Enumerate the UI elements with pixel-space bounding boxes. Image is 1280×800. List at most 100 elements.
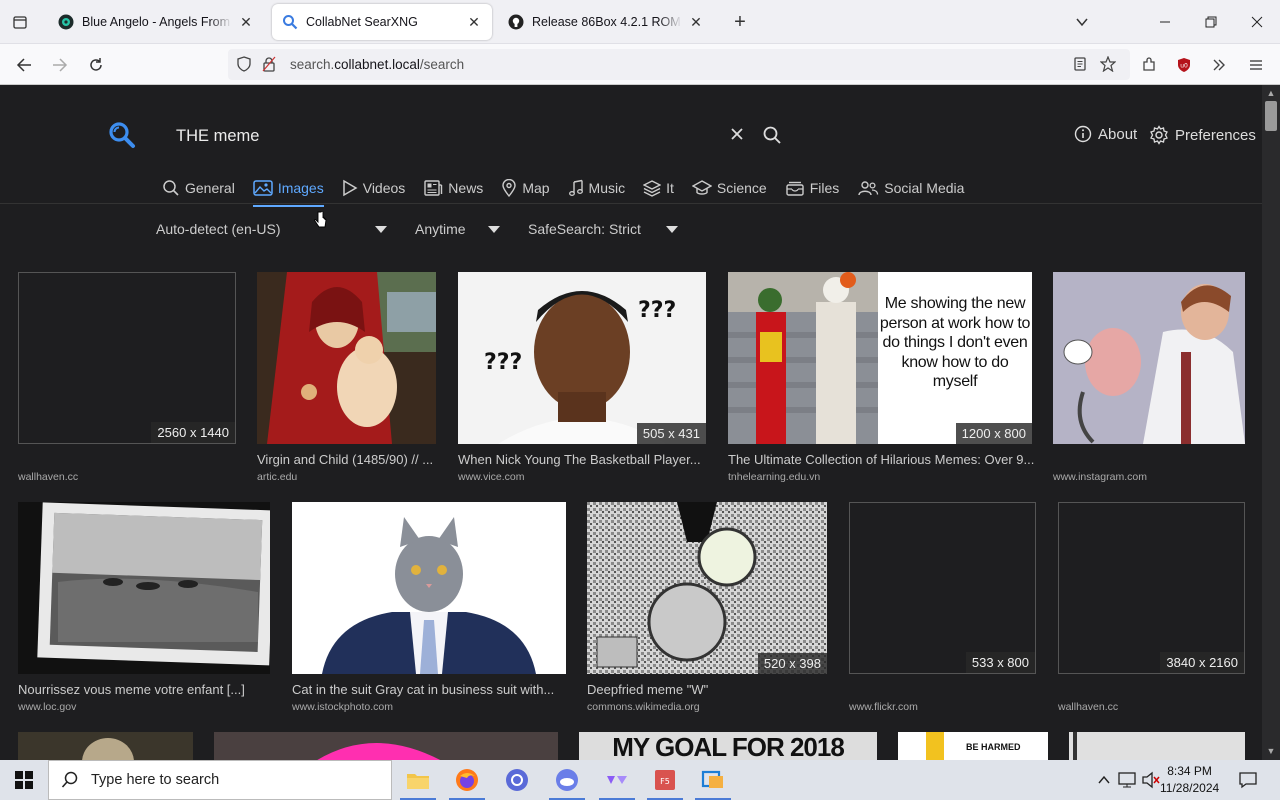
search-submit-icon[interactable] bbox=[762, 125, 782, 150]
svg-text:u0: u0 bbox=[1180, 63, 1188, 70]
github-icon bbox=[508, 14, 524, 30]
scroll-down-arrow-icon[interactable]: ▼ bbox=[1266, 746, 1276, 756]
result-thumbnail[interactable]: 533 x 800 bbox=[849, 502, 1036, 674]
app-cloud-icon[interactable] bbox=[553, 766, 581, 794]
tab-science[interactable]: Science bbox=[691, 177, 767, 199]
search-input[interactable]: THE meme bbox=[176, 127, 259, 146]
meme-text: ??? bbox=[638, 298, 676, 323]
tab-86box-release[interactable]: Release 86Box 4.2.1 ROM set · 86Box/roms… bbox=[498, 4, 714, 40]
taskbar-clock[interactable]: 8:34 PM 11/28/2024 bbox=[1160, 763, 1219, 797]
close-tab-icon[interactable]: ✕ bbox=[238, 14, 254, 30]
result-title[interactable]: Virgin and Child (1485/90) // ... bbox=[257, 452, 436, 467]
svg-text:F5: F5 bbox=[660, 777, 670, 786]
close-tab-icon[interactable]: ✕ bbox=[688, 14, 704, 30]
result-thumbnail[interactable]: 2560 x 1440 bbox=[18, 272, 236, 444]
result-thumbnail[interactable]: 3840 x 2160 bbox=[1058, 502, 1245, 674]
app-chevrons-icon[interactable] bbox=[603, 766, 631, 794]
newspaper-icon bbox=[424, 180, 443, 196]
ublock-origin-icon[interactable]: u0 bbox=[1169, 50, 1199, 80]
result-thumbnail[interactable]: BE HARMED bbox=[898, 732, 1048, 760]
result-title[interactable]: The Ultimate Collection of Hilarious Mem… bbox=[728, 452, 1034, 467]
page-scrollbar[interactable]: ▲ ▼ bbox=[1262, 85, 1280, 760]
tracking-shield-icon[interactable] bbox=[236, 56, 252, 77]
result-title[interactable]: Nourrissez vous meme votre enfant [...] bbox=[18, 682, 270, 697]
mouse-cursor-icon bbox=[314, 211, 327, 228]
result-title[interactable]: Deepfried meme "W" bbox=[587, 682, 827, 697]
bookmark-star-icon[interactable] bbox=[1099, 55, 1117, 77]
app-blue-windows-icon[interactable] bbox=[699, 766, 727, 794]
restore-icon[interactable] bbox=[1188, 0, 1234, 44]
result-thumbnail[interactable]: Me showing the new person at work how to… bbox=[728, 272, 1032, 444]
windows-start-icon[interactable] bbox=[10, 766, 38, 794]
tab-map[interactable]: Map bbox=[501, 177, 550, 199]
url-text: search.collabnet.local/search bbox=[290, 57, 465, 72]
result-source: tnhelearning.edu.vn bbox=[728, 471, 821, 483]
play-icon bbox=[342, 179, 358, 197]
result-thumbnail[interactable]: 520 x 398 bbox=[587, 502, 827, 674]
meme-text: MY GOAL FOR 2018 bbox=[612, 732, 845, 760]
preferences-link[interactable]: Preferences bbox=[1149, 125, 1256, 145]
tab-blue-angelo[interactable]: Blue Angelo - Angels From The Secret ✕ bbox=[48, 4, 264, 40]
tab-files[interactable]: Files bbox=[785, 177, 839, 199]
time-dropdown-caret-icon[interactable] bbox=[488, 226, 500, 233]
app-purple-icon[interactable] bbox=[503, 766, 531, 794]
illustrated-doctor-image bbox=[1053, 272, 1245, 444]
tab-music[interactable]: Music bbox=[568, 177, 625, 199]
result-title[interactable]: When Nick Young The Basketball Player... bbox=[458, 452, 706, 467]
tab-images[interactable]: Images bbox=[252, 177, 324, 207]
more-tools-chevrons-icon[interactable] bbox=[1204, 50, 1234, 80]
close-window-icon[interactable] bbox=[1234, 0, 1280, 44]
new-tab-icon[interactable]: + bbox=[726, 6, 754, 38]
taskbar-search-box[interactable]: Type here to search bbox=[48, 760, 392, 800]
pink-hat-image bbox=[214, 732, 558, 760]
tab-it[interactable]: It bbox=[643, 177, 674, 199]
result-thumbnail[interactable] bbox=[1053, 272, 1245, 444]
back-arrow-icon[interactable] bbox=[9, 50, 39, 80]
time-range-select[interactable]: Anytime bbox=[415, 221, 466, 237]
result-thumbnail[interactable] bbox=[18, 502, 270, 674]
tab-overview-icon[interactable] bbox=[6, 6, 34, 38]
firefox-icon[interactable] bbox=[453, 766, 481, 794]
about-link[interactable]: About bbox=[1074, 125, 1137, 143]
safesearch-select[interactable]: SafeSearch: Strict bbox=[528, 221, 641, 237]
result-thumbnail[interactable] bbox=[1069, 732, 1245, 760]
language-dropdown-caret-icon[interactable] bbox=[375, 226, 387, 233]
reader-view-icon[interactable] bbox=[1072, 56, 1088, 77]
safesearch-dropdown-caret-icon[interactable] bbox=[666, 226, 678, 233]
lock-icon[interactable] bbox=[262, 56, 276, 77]
tab-news[interactable]: News bbox=[423, 177, 483, 199]
scroll-up-arrow-icon[interactable]: ▲ bbox=[1266, 88, 1276, 98]
tab-collabnet-searxng[interactable]: CollabNet SearXNG ✕ bbox=[272, 4, 492, 40]
gray-photo-image bbox=[1069, 732, 1245, 760]
minimize-icon[interactable] bbox=[1142, 0, 1188, 44]
searxng-logo-magnifier-icon[interactable] bbox=[108, 121, 136, 154]
file-explorer-icon[interactable] bbox=[404, 766, 432, 794]
notifications-icon[interactable] bbox=[1234, 766, 1262, 794]
url-bar[interactable]: search.collabnet.local/search bbox=[228, 49, 1130, 80]
tab-title: Blue Angelo - Angels From The Secret bbox=[82, 15, 232, 29]
image-dimensions: 533 x 800 bbox=[965, 652, 1035, 673]
app-red-icon[interactable]: F5 bbox=[651, 766, 679, 794]
clear-search-icon[interactable] bbox=[728, 125, 746, 148]
result-thumbnail[interactable] bbox=[257, 272, 436, 444]
list-tabs-chevron-down-icon[interactable] bbox=[1068, 6, 1096, 38]
language-select[interactable]: Auto-detect (en-US) bbox=[156, 221, 281, 237]
result-thumbnail[interactable] bbox=[292, 502, 566, 674]
close-tab-icon[interactable]: ✕ bbox=[466, 14, 482, 30]
joker-pennywise-image bbox=[728, 272, 878, 444]
forward-arrow-icon[interactable] bbox=[45, 50, 75, 80]
result-thumbnail[interactable]: ??? ??? 505 x 431 bbox=[458, 272, 706, 444]
result-title[interactable]: Cat in the suit Gray cat in business sui… bbox=[292, 682, 566, 697]
tab-videos[interactable]: Videos bbox=[342, 177, 405, 199]
result-source: www.instagram.com bbox=[1053, 471, 1147, 483]
tab-general[interactable]: General bbox=[162, 177, 235, 199]
reload-icon[interactable] bbox=[81, 50, 111, 80]
result-thumbnail[interactable] bbox=[214, 732, 558, 760]
result-thumbnail[interactable] bbox=[18, 732, 193, 760]
old-photograph-image bbox=[18, 502, 270, 674]
extensions-puzzle-icon[interactable] bbox=[1134, 50, 1164, 80]
scrollbar-thumb[interactable] bbox=[1265, 101, 1277, 131]
hamburger-menu-icon[interactable] bbox=[1241, 50, 1271, 80]
result-thumbnail[interactable]: MY GOAL FOR 2018 bbox=[579, 732, 877, 760]
tab-social-media[interactable]: Social Media bbox=[857, 177, 964, 199]
